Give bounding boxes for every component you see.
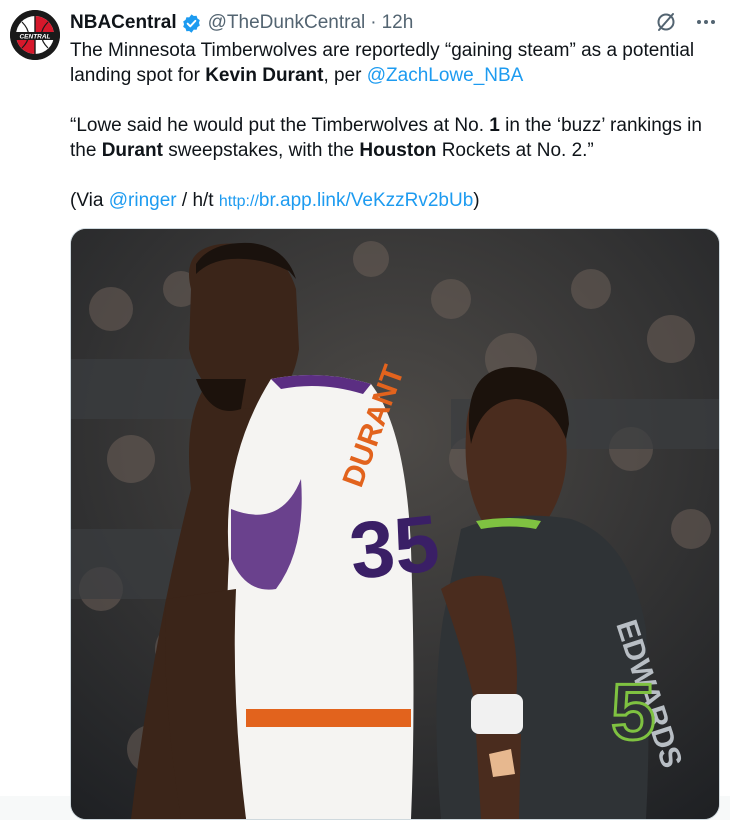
- bold-number-1: 1: [489, 115, 500, 136]
- url-link[interactable]: http://br.app.link/VeKzzRv2bUb: [219, 190, 473, 211]
- mention-ringer-link[interactable]: @ringer: [109, 190, 177, 211]
- separator-dot: ·: [370, 12, 377, 33]
- avatar[interactable]: CENTRAL: [10, 10, 60, 60]
- bold-houston: Houston: [359, 140, 437, 161]
- tweet-paragraph-3: (Via @ringer / h/t http://br.app.link/Ve…: [70, 190, 480, 211]
- bold-durant: Durant: [101, 140, 163, 161]
- tweet-text: The Minnesota Timberwolves are reportedl…: [70, 38, 720, 214]
- svg-text:CENTRAL: CENTRAL: [19, 34, 50, 41]
- bold-kevin-durant: Kevin Durant: [205, 65, 324, 86]
- author-handle[interactable]: @TheDunkCentral: [208, 12, 366, 34]
- more-icon[interactable]: [694, 10, 718, 34]
- author-name[interactable]: NBACentral: [70, 12, 177, 34]
- nbacentral-logo: CENTRAL: [10, 10, 60, 60]
- tweet-header: NBACentral @TheDunkCentral · 12h: [70, 10, 718, 36]
- mention-zachlowe-link[interactable]: @ZachLowe_NBA: [367, 65, 524, 86]
- svg-text:5: 5: [611, 667, 656, 756]
- grok-icon[interactable]: [654, 10, 678, 34]
- tweet-card: CENTRAL NBACentral @TheDunkCentral · 12h…: [0, 0, 730, 820]
- tweet-paragraph-2: “Lowe said he would put the Timberwolves…: [70, 115, 702, 161]
- tweet-media-photo[interactable]: DURANT 35 EDWARDS 5: [70, 228, 720, 820]
- verified-badge-icon: [182, 13, 200, 33]
- svg-text:35: 35: [345, 498, 443, 596]
- tweet-paragraph-1: The Minnesota Timberwolves are reportedl…: [70, 40, 695, 86]
- timestamp[interactable]: 12h: [382, 12, 414, 34]
- tweet-actions: [654, 10, 718, 34]
- basketball-photo: DURANT 35 EDWARDS 5: [71, 229, 719, 819]
